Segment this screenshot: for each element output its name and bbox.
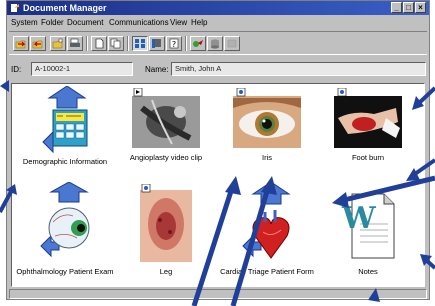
toolbar-separator (185, 36, 187, 51)
form-icon (242, 181, 291, 259)
folder-arrow-button[interactable] (30, 36, 46, 51)
open-folder-arrow-button[interactable] (13, 36, 29, 51)
id-label: ID: (11, 65, 22, 74)
disabled-tool-button[interactable] (224, 36, 240, 51)
document-item-demographic[interactable]: Demographic Information (15, 85, 115, 167)
open-folder-arrow-icon (15, 40, 26, 49)
iris-image-thumbnail (233, 87, 301, 148)
document-item-leg[interactable]: Leg (116, 183, 216, 277)
document-item-angioplasty[interactable]: Angioplasty video clip (116, 87, 216, 163)
print-icon (70, 38, 80, 47)
database-icon (211, 39, 219, 49)
details-view-button[interactable] (149, 36, 165, 51)
document-item-ophthalmology[interactable]: Ophthalmology Patient Exam (15, 181, 115, 277)
large-icons-view-icon (135, 39, 145, 48)
id-field[interactable]: A-10002-1 (31, 62, 133, 76)
document-item-iris[interactable]: Iris (217, 87, 317, 163)
window-title: Document Manager (23, 3, 107, 13)
toolbar-separator (127, 36, 129, 51)
name-label: Name: (145, 65, 169, 74)
large-icons-view-button[interactable] (132, 36, 148, 51)
database-button[interactable] (207, 36, 223, 51)
document-item-cardiac-triage[interactable]: Cardiac Triage Patient Form (217, 181, 317, 277)
word-document-icon: W (341, 193, 395, 259)
menu-communications[interactable]: Communications (109, 16, 169, 29)
menu-view[interactable]: View (170, 16, 187, 29)
leg-image-thumbnail (140, 183, 192, 262)
help-button[interactable]: ? (166, 36, 182, 51)
menu-help[interactable]: Help (191, 16, 207, 29)
send-button[interactable] (190, 36, 206, 51)
document-item-notes[interactable]: W Notes (318, 184, 418, 277)
new-document-button[interactable] (91, 36, 107, 51)
foot-burn-image-thumbnail (334, 87, 402, 148)
document-item-foot-burn[interactable]: Foot burn (318, 87, 418, 163)
new-folder-button[interactable] (50, 36, 66, 51)
document-label: Demographic Information (22, 157, 108, 166)
new-folder-icon (52, 38, 63, 49)
help-icon: ? (169, 38, 179, 49)
toolbar-separator (86, 36, 88, 51)
copy-document-button[interactable] (108, 36, 124, 51)
svg-text:?: ? (172, 40, 176, 49)
minimize-button[interactable]: _ (391, 2, 402, 13)
copy-document-icon (110, 38, 121, 49)
close-button[interactable]: × (415, 2, 426, 13)
document-label: Angioplasty video clip (129, 153, 203, 162)
title-bar[interactable]: Document Manager _ □ × (7, 1, 429, 15)
name-field[interactable]: Smith, John A (171, 62, 426, 76)
disabled-tool-icon (227, 39, 237, 48)
document-label: Foot burn (351, 153, 385, 162)
document-label: Notes (358, 267, 378, 276)
toolbar: ? (9, 31, 427, 55)
folder-arrow-icon (32, 40, 43, 49)
svg-text:W: W (341, 201, 377, 236)
menu-document[interactable]: Document (67, 16, 103, 29)
menu-folder[interactable]: Folder (41, 16, 64, 29)
details-view-icon (152, 39, 161, 48)
document-manager-window: Document Manager _ □ × System Folder Doc… (6, 0, 430, 300)
maximize-button[interactable]: □ (403, 2, 414, 13)
document-label: Ophthalmology Patient Exam (16, 267, 114, 276)
document-label: Cardiac Triage Patient Form (220, 267, 314, 276)
menu-system[interactable]: System (11, 16, 38, 29)
video-clip-thumbnail (132, 87, 200, 148)
menu-bar: System Folder Document Communications Vi… (7, 16, 429, 29)
app-icon (11, 4, 19, 12)
form-icon (40, 181, 90, 258)
document-label: Iris (262, 153, 272, 162)
send-icon (193, 40, 203, 47)
document-label: Leg (159, 267, 173, 276)
new-document-icon (95, 38, 104, 49)
print-button[interactable] (67, 36, 83, 51)
patient-info-bar: ID: A-10002-1 Name: Smith, John A (9, 61, 427, 79)
form-icon (42, 85, 88, 154)
status-bar (9, 289, 427, 299)
documents-pane: Demographic Information Angioplasty vide… (11, 83, 425, 287)
